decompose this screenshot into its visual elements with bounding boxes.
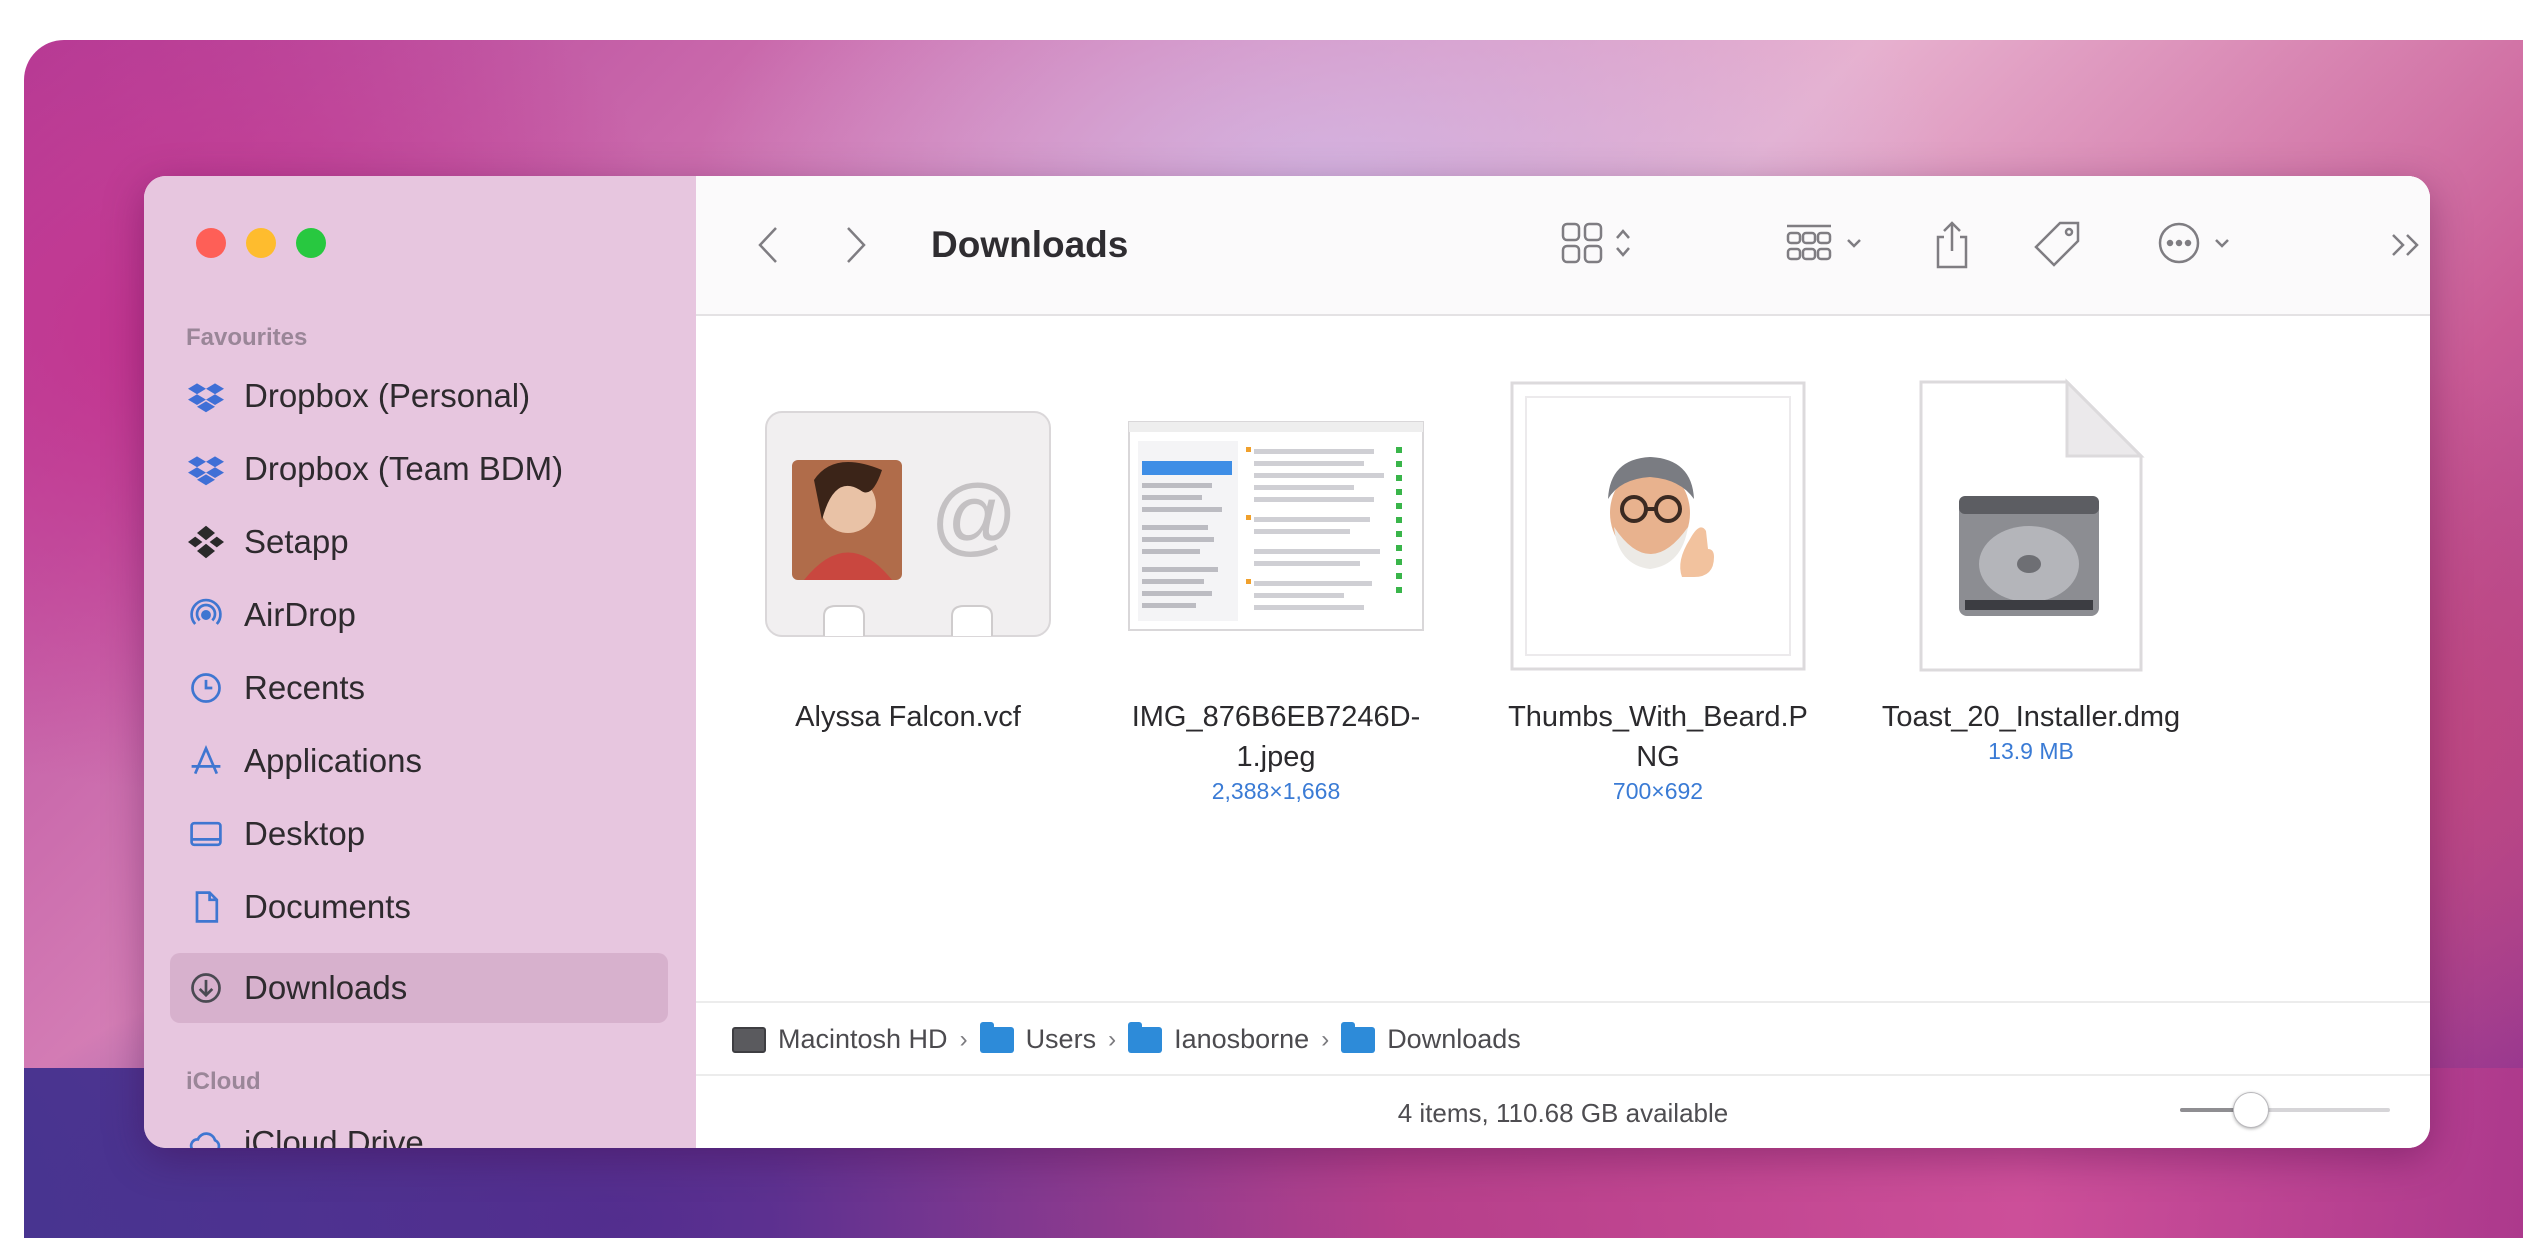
path-separator: › (1108, 1025, 1117, 1053)
desktop-icon (186, 814, 226, 854)
slider-knob[interactable] (2232, 1092, 2269, 1128)
file-item[interactable]: @ Alyssa Falcon.vcf (758, 361, 1058, 737)
path-segment[interactable]: Users (979, 1021, 1096, 1055)
sidebar-item-label: Documents (244, 888, 411, 925)
sidebar-section-icloud: iCloud (186, 1068, 261, 1095)
window-title: Downloads (931, 224, 1129, 265)
file-meta: 13.9 MB (1988, 738, 2074, 764)
sidebar-item-label: Applications (244, 742, 422, 779)
group-button[interactable] (1774, 220, 1874, 270)
file-meta: 2,388×1,668 (1211, 778, 1341, 804)
window-controls (196, 228, 326, 258)
close-button[interactable] (196, 228, 226, 258)
clock-icon (186, 668, 226, 708)
path-segment[interactable]: Macintosh HD (732, 1024, 948, 1055)
sidebar-item-downloads[interactable]: Downloads (170, 953, 668, 1023)
back-chevron-icon[interactable] (748, 220, 788, 270)
sidebar-item-setapp[interactable]: Setapp (170, 507, 668, 577)
sidebar: Favourites Dropbox (Personal) Dropbox (T… (144, 176, 696, 1148)
sidebar-item-label: iCloud Drive (244, 1124, 424, 1148)
file-item[interactable]: Thumbs_With_Beard.PNG 700×692 (1508, 361, 1808, 805)
zoom-button[interactable] (296, 228, 326, 258)
screenshot-thumbnail (1126, 361, 1426, 691)
sidebar-item-documents[interactable]: Documents (170, 872, 668, 942)
sidebar-section-favourites: Favourites (186, 324, 308, 351)
ellipsis-circle-icon (2157, 221, 2201, 270)
path-separator: › (959, 1025, 968, 1053)
path-segment[interactable]: Downloads (1341, 1021, 1521, 1055)
status-bar: 4 items, 110.68 GB available (696, 1074, 2430, 1148)
path-bar: Macintosh HD › Users › Ianosborne › Down… (696, 1001, 2430, 1076)
icon-view-button[interactable] (1546, 220, 1646, 270)
sidebar-item-label: Downloads (244, 969, 408, 1006)
group-icon (1785, 223, 1833, 268)
sidebar-item-dropbox-team[interactable]: Dropbox (Team BDM) (170, 434, 668, 504)
toolbar: Downloads (696, 176, 2430, 316)
download-icon (186, 968, 226, 1008)
tag-icon[interactable] (2026, 220, 2086, 270)
more-actions-button[interactable] (2144, 220, 2244, 270)
chevron-down-icon (1845, 236, 1863, 254)
dropbox-icon (186, 449, 226, 489)
svg-text:@: @ (930, 468, 1017, 564)
disk-image-thumbnail (1881, 361, 2181, 691)
sidebar-item-label: Setapp (244, 523, 349, 560)
sidebar-item-airdrop[interactable]: AirDrop (170, 580, 668, 650)
file-name: Thumbs_With_Beard.PNG (1508, 701, 1808, 773)
path-separator: › (1321, 1025, 1330, 1053)
downloads-folder-icon (1341, 1021, 1376, 1053)
memoji-thumbnail (1508, 361, 1808, 691)
icon-size-slider[interactable] (2180, 1092, 2390, 1128)
share-icon[interactable] (1928, 220, 1976, 270)
sidebar-item-label: Dropbox (Team BDM) (244, 450, 564, 487)
sidebar-item-label: Recents (244, 669, 366, 706)
sidebar-item-label: AirDrop (244, 596, 356, 633)
sidebar-item-recents[interactable]: Recents (170, 653, 668, 723)
double-chevron-icon[interactable] (2386, 220, 2426, 270)
file-name: Alyssa Falcon.vcf (795, 701, 1021, 733)
updown-chevron-icon (1614, 226, 1632, 265)
file-name: Toast_20_Installer.dmg (1881, 701, 2181, 733)
file-meta: 700×692 (1612, 778, 1704, 804)
airdrop-icon (186, 595, 226, 635)
status-text: 4 items, 110.68 GB available (1397, 1097, 1729, 1128)
minimize-button[interactable] (246, 228, 276, 258)
dropbox-icon (186, 376, 226, 416)
sidebar-item-label: Desktop (244, 815, 366, 852)
setapp-icon (186, 522, 226, 562)
folder-icon (979, 1021, 1014, 1053)
document-icon (186, 887, 226, 927)
sidebar-item-icloud-drive[interactable]: iCloud Drive (170, 1108, 668, 1148)
chevron-down-icon (2213, 236, 2231, 254)
icon-grid-icon (1560, 221, 1604, 270)
file-item[interactable]: IMG_876B6EB7246D-1.jpeg 2,388×1,668 (1126, 361, 1426, 805)
hard-drive-icon (732, 1026, 766, 1053)
sidebar-item-label: Dropbox (Personal) (244, 377, 531, 414)
path-segment[interactable]: Ianosborne (1128, 1021, 1309, 1055)
sidebar-item-applications[interactable]: Applications (170, 726, 668, 796)
finder-window: Favourites Dropbox (Personal) Dropbox (T… (144, 176, 2430, 1148)
forward-chevron-icon[interactable] (836, 220, 876, 270)
icloud-icon (186, 1123, 226, 1148)
contact-card-thumbnail: @ (758, 361, 1058, 691)
applications-icon (186, 741, 226, 781)
main-content: Downloads @ Alyssa Falcon.vcf IMG_876B6E… (696, 176, 2430, 1148)
home-folder-icon (1128, 1021, 1163, 1053)
file-name: IMG_876B6EB7246D-1.jpeg (1131, 701, 1421, 773)
file-item[interactable]: Toast_20_Installer.dmg 13.9 MB (1881, 361, 2181, 765)
sidebar-item-dropbox-personal[interactable]: Dropbox (Personal) (170, 361, 668, 431)
sidebar-item-desktop[interactable]: Desktop (170, 799, 668, 869)
